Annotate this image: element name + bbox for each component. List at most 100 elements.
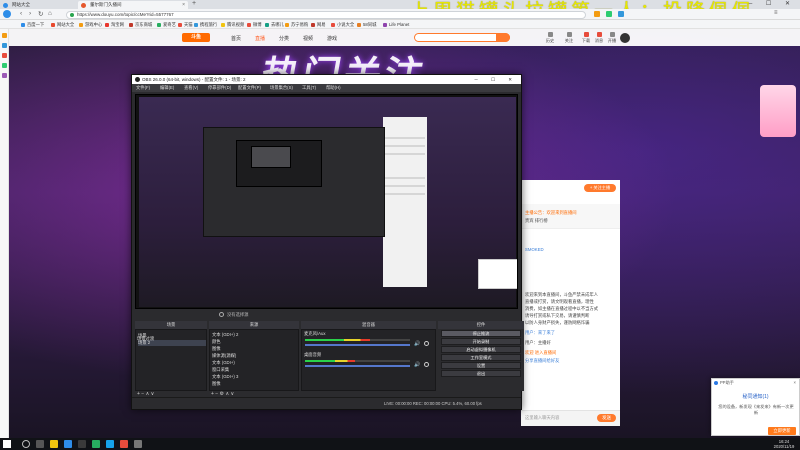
sidebar-app-icon[interactable] xyxy=(2,73,7,78)
virtual-camera-button[interactable]: 启动虚拟摄像机 xyxy=(441,346,521,353)
send-button[interactable]: 发送 xyxy=(597,414,616,422)
extension-icon[interactable] xyxy=(618,11,624,17)
secure-lock-icon xyxy=(70,12,74,17)
browser-tab-home[interactable]: 网站大全 xyxy=(0,1,76,9)
nav-video[interactable]: 视频 xyxy=(303,35,313,42)
bookmark-item[interactable]: 爱奇艺 xyxy=(156,21,176,28)
speaker-icon[interactable]: 🔊 xyxy=(414,362,420,368)
source-item[interactable]: 文本 (GDI+) 3 xyxy=(212,374,238,380)
nav-home[interactable]: 首页 xyxy=(231,35,241,42)
bookmark-item[interactable]: 携程旅行 xyxy=(193,21,217,28)
browser-taskbar-icon[interactable] xyxy=(64,440,72,448)
volume-slider[interactable] xyxy=(305,365,410,367)
window-controls[interactable]: ─ ☐ ✕ xyxy=(748,0,796,9)
browser-logo-icon[interactable] xyxy=(3,10,11,18)
obs-status-bar: LIVE: 00:00:00 REC: 00:00:00 CPU: 5.4%, … xyxy=(132,397,521,409)
obs-window[interactable]: OBS 26.0.0 (64-bit, windows) - 配置文件: 1 -… xyxy=(131,74,524,410)
menu-icon[interactable]: ≡ xyxy=(774,10,778,16)
bookmark-item[interactable]: 腾讯视频 xyxy=(220,21,244,28)
obs-preview[interactable] xyxy=(135,94,518,309)
source-item[interactable]: 图像 xyxy=(212,381,221,387)
follow-streamer-button[interactable]: + 关注主播 xyxy=(584,184,616,192)
search-icon[interactable] xyxy=(496,33,510,42)
speaker-icon[interactable]: 🔊 xyxy=(414,341,420,347)
update-now-button[interactable]: 立即更新 xyxy=(768,427,796,435)
new-tab-button[interactable]: + xyxy=(192,0,196,7)
bookmark-item[interactable]: 网站大全 xyxy=(50,21,74,28)
back-icon[interactable]: ‹ xyxy=(20,10,22,17)
bookmark-item[interactable]: 淘宝网 xyxy=(104,21,124,28)
site-search-input[interactable] xyxy=(414,33,510,42)
source-item[interactable]: 文本 (GDI+) 2 xyxy=(212,332,238,338)
search-icon[interactable] xyxy=(22,440,30,448)
tab-close-icon[interactable]: × xyxy=(182,1,185,9)
home-icon[interactable]: ⌂ xyxy=(48,10,52,17)
bookmark-item[interactable]: 百度一下 xyxy=(20,21,44,28)
extension-icon[interactable] xyxy=(594,11,600,17)
stop-streaming-button[interactable]: 停止推流 xyxy=(441,330,521,337)
bookmark-item[interactable]: 去哪儿 xyxy=(264,21,284,28)
taskbar-clock[interactable]: 16:24 2020/11/19 xyxy=(772,439,796,449)
nav-game[interactable]: 游戏 xyxy=(327,35,337,42)
source-item[interactable]: 颜色 xyxy=(212,339,221,345)
promo-badge-image[interactable] xyxy=(760,85,796,137)
wechat-taskbar-icon[interactable] xyxy=(92,440,100,448)
windows-start-icon[interactable] xyxy=(3,440,11,448)
obs-menu-view[interactable]: 查看(V) xyxy=(184,84,198,92)
source-item[interactable]: 文本 (GDI+) xyxy=(212,360,235,366)
bookmark-item[interactable]: 网易 xyxy=(310,21,326,28)
obs-menu-tools[interactable]: 工具(T) xyxy=(302,84,316,92)
source-item[interactable]: 图像 xyxy=(212,346,221,352)
sidebar-history-icon[interactable] xyxy=(2,43,7,48)
studio-mode-button[interactable]: 工作室模式 xyxy=(441,354,521,361)
obs-menu-edit[interactable]: 编辑(E) xyxy=(160,84,174,92)
task-view-icon[interactable] xyxy=(36,440,44,448)
exit-button[interactable]: 退出 xyxy=(441,370,521,377)
obs-menu-help[interactable]: 帮助(H) xyxy=(326,84,341,92)
gear-icon[interactable] xyxy=(424,362,429,367)
bookmark-item[interactable]: Life Planet xyxy=(382,21,409,28)
settings-button[interactable]: 设置 xyxy=(441,362,521,369)
sidebar-star-icon[interactable] xyxy=(2,33,7,38)
obs-window-controls[interactable]: ─ ☐ ✕ xyxy=(475,75,519,84)
bookmark-item[interactable]: 京东商城 xyxy=(128,21,152,28)
address-toolbar: ‹ › ↻ ⌂ https://www.douyu.com/topic/ccMe… xyxy=(0,9,800,20)
start-recording-button[interactable]: 开始录制 xyxy=(441,338,521,345)
user-avatar[interactable] xyxy=(620,33,630,43)
pp-app-icon xyxy=(714,380,718,385)
source-item[interactable]: 窗口采集 xyxy=(212,367,229,373)
sidebar-game-icon[interactable] xyxy=(2,53,7,58)
obs-menu-profile[interactable]: 配置文件(P) xyxy=(238,84,261,92)
reload-icon[interactable]: ↻ xyxy=(38,10,43,18)
bookmark-item[interactable]: 游戏中心 xyxy=(78,21,102,28)
close-icon[interactable]: × xyxy=(794,379,796,386)
file-explorer-icon[interactable] xyxy=(50,440,58,448)
douyu-logo[interactable]: 斗鱼 xyxy=(182,33,210,42)
nav-live[interactable]: 直播 xyxy=(255,35,265,42)
obs-title-bar[interactable]: OBS 26.0.0 (64-bit, windows) - 配置文件: 1 -… xyxy=(132,75,521,84)
gear-icon[interactable] xyxy=(219,312,224,317)
source-item[interactable]: 媒体源(源媒) xyxy=(212,353,236,359)
browser-tab-douyu[interactable]: 董尔斯门久播间 × xyxy=(78,1,188,9)
app-taskbar-icon[interactable] xyxy=(106,440,114,448)
bookmark-item[interactable]: 小说大全 xyxy=(330,21,354,28)
volume-slider[interactable] xyxy=(305,344,410,346)
url-input[interactable]: https://www.douyu.com/topic/ccMe?rid=557… xyxy=(66,10,586,19)
obs-menu-scene-collection[interactable]: 场景集合(S) xyxy=(270,84,293,92)
gear-icon[interactable] xyxy=(424,341,429,346)
chat-message: 欢迎 进入直播间 xyxy=(525,350,557,355)
app-taskbar-icon[interactable] xyxy=(120,440,128,448)
obs-taskbar-icon[interactable] xyxy=(78,440,86,448)
bookmark-item[interactable]: 58同城 xyxy=(356,21,376,28)
forward-icon[interactable]: › xyxy=(29,10,31,17)
app-taskbar-icon[interactable] xyxy=(134,440,142,448)
preview-nested-obs xyxy=(203,127,385,237)
bookmark-item[interactable]: 苏宁易购 xyxy=(284,21,308,28)
bookmark-item[interactable]: 天猫 xyxy=(177,21,193,28)
nav-category[interactable]: 分类 xyxy=(279,35,289,42)
bookmark-item[interactable]: 微博 xyxy=(246,21,262,28)
obs-menu-docks[interactable]: 停靠部件(D) xyxy=(208,84,231,92)
obs-menu-file[interactable]: 文件(F) xyxy=(136,84,150,92)
extension-icon[interactable] xyxy=(606,11,612,17)
sidebar-download-icon[interactable] xyxy=(2,63,7,68)
